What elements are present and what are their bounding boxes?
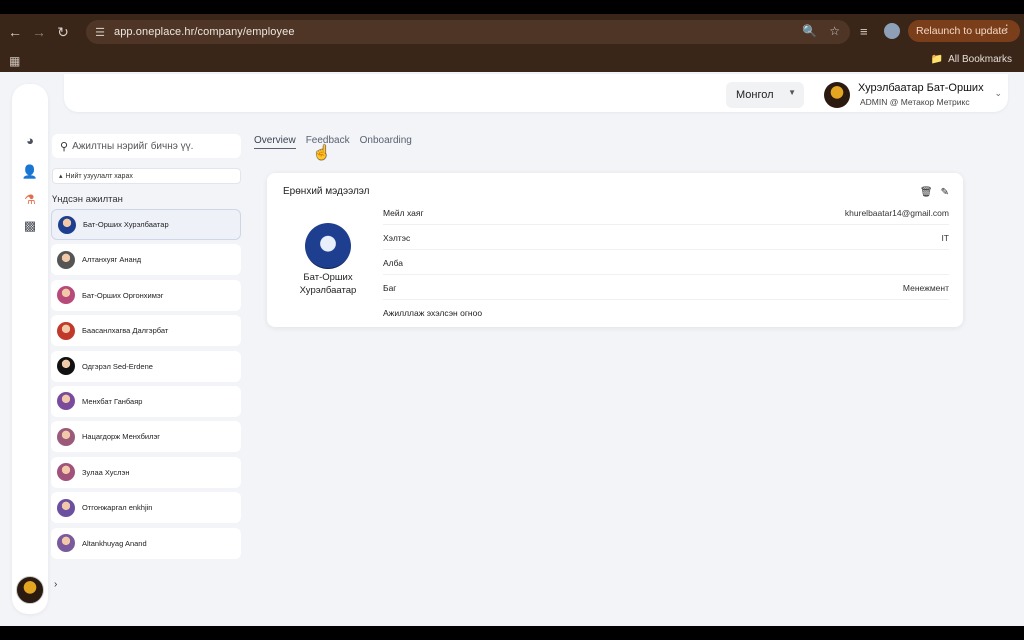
tab-onboarding[interactable]: Onboarding [360,135,412,149]
employee-list-name: Бат-Орших Оргонхимэг [82,290,164,300]
employee-list-name: Бат-Орших Хурэлбаатар [83,220,169,229]
user-name: Хурэлбаатар Бат-Орших [858,82,984,94]
info-row-label: Хэлтэс [383,233,411,243]
trash-icon[interactable]: 🗑 [920,187,933,198]
apps-grid-icon[interactable]: ▦ [9,54,20,68]
all-bookmarks-label: All Bookmarks [948,54,1012,65]
media-controls-icon[interactable]: ≡ [860,24,868,39]
employee-list-item[interactable]: Одгэрэл Sed-Erdene [51,350,241,382]
more-menu-icon[interactable]: ⋮ [1002,23,1013,35]
tab-bar: Overview Feedback Onboarding [254,135,412,149]
hand-cursor-icon: ☝ [313,144,331,160]
employee-list: Бат-Орших Хурэлбаатар Алтанхуяг Ананд Бат-… [51,209,241,563]
employee-avatar-icon [57,392,75,411]
employee-list-name: Отгонжаргал enkhjin [82,503,153,513]
info-row-value: IT [941,233,949,243]
employee-list-item[interactable]: Алтанхуяг Ананд [51,244,241,276]
relaunch-label: Relaunch to update [916,25,1008,37]
employee-list-name: Нацагдорж Менхбилэг [82,432,161,442]
employee-list-item[interactable]: Баасанлхагва Далгэрбат [51,315,241,347]
info-row: Ажилллаж эхэлсэн огноо [383,300,949,325]
info-row-value: Менежмент [902,283,949,293]
employee-avatar-icon [57,534,75,553]
view-all-label: Нийт узуулалт харах [65,172,133,180]
info-row: Мейл хаяг khurelbaatar14@gmail.com [383,200,949,225]
employee-avatar-icon [57,463,75,482]
browser-chrome: ← → ↻ ☰ app.oneplace.hr/company/employee… [0,14,1024,72]
employee-list-name: Зулаа Хуслэн [82,467,130,477]
employee-list-item[interactable]: Менхбат Ганбаяр [51,385,241,417]
structure-icon: ▴ [59,173,63,180]
language-select[interactable]: Монгол ▼ [726,82,804,108]
info-rows: Мейл хаяг khurelbaatar14@gmail.com Хэлтэс I… [383,200,949,325]
general-info-card: Ерөнхий мэдээлэл 🗑 ✎ Бат-Орших Хурэлбаат… [267,173,963,327]
chevron-down-icon: ⌄ [994,88,1002,98]
all-bookmarks-button[interactable]: 📁 All Bookmarks [931,54,1012,65]
profile-icon[interactable] [884,23,900,39]
dashboard-chart-icon[interactable]: ◕ [20,130,40,150]
caret-down-icon: ▼ [788,88,796,97]
zoom-icon[interactable]: 🔍 [802,24,817,38]
top-header: Монгол ▼ Хурэлбаатар Бат-Орших ADMIN @ М… [64,74,1008,112]
employee-list-name: Баасанлхагва Далгэрбат [82,326,169,336]
employee-list-name: Altankhuyag Anand [82,538,147,548]
bar-chart-icon[interactable]: ▩ [20,216,40,236]
employee-avatar-icon [57,357,75,376]
org-structure-icon[interactable]: ⚗ [20,190,40,210]
browser-window: ← → ↻ ☰ app.oneplace.hr/company/employee… [0,14,1024,626]
info-row: Хэлтэс IT [383,225,949,250]
info-row-value: khurelbaatar14@gmail.com [844,208,949,218]
employee-avatar [305,223,351,269]
card-title: Ерөнхий мэдээлэл [283,186,370,197]
employee-avatar-icon [57,427,75,446]
employee-list-name: Менхбат Ганбаяр [82,396,143,406]
info-row: Баг Менежмент [383,275,949,300]
employee-list-item[interactable]: Бат-Орших Хурэлбаатар [51,209,241,240]
forward-icon[interactable]: → [30,23,48,41]
info-row-label: Баг [383,283,397,293]
app-body: ◕ 👤 ⚗ ▩ › Монгол ▼ Хурэлбаатар Бат-Орших… [0,72,1024,626]
employee-list-item[interactable]: Бат-Орших Оргонхимэг [51,279,241,311]
employee-avatar-icon [57,286,75,305]
employee-name: Бат-Орших Хурэлбаатар [299,272,357,296]
info-row: Алба [383,250,949,275]
section-label: Үндсэн ажилтан [52,194,123,205]
employee-avatar-icon [58,215,76,234]
info-row-label: Алба [383,258,404,268]
employee-avatar-icon [57,250,75,269]
reload-icon[interactable]: ↻ [54,23,72,41]
search-placeholder: Ажилтны нэрийг бичнэ үү. [72,140,194,152]
chevron-right-icon[interactable]: › [54,579,57,590]
employee-list-name: Алтанхуяг Ананд [82,255,142,265]
edit-pencil-icon[interactable]: ✎ [941,187,949,198]
employee-list-item[interactable]: Зулаа Хуслэн [51,456,241,488]
language-value: Монгол [736,89,774,101]
employee-list-item[interactable]: Altankhuyag Anand [51,527,241,559]
info-row-label: Мейл хаяг [383,208,424,218]
employee-search[interactable]: ⚲ Ажилтны нэрийг бичнэ үү. [52,134,241,158]
bookmarks-bar: ▦ 📁 All Bookmarks [0,50,1024,72]
user-menu[interactable]: Хурэлбаатар Бат-Орших ADMIN @ Метакор Ме… [824,80,1004,110]
employee-avatar-icon [57,498,75,517]
search-icon: ⚲ [60,140,69,153]
view-all-structure-button[interactable]: ▴ Нийт узуулалт харах [52,168,241,184]
url-text[interactable]: app.oneplace.hr/company/employee [114,26,295,38]
employee-avatar-icon [57,321,75,340]
user-avatar [824,82,850,108]
folder-icon: 📁 [930,54,944,65]
employee-list-item[interactable]: Нацагдорж Менхбилэг [51,421,241,453]
relaunch-button[interactable]: Relaunch to update ⋮ [908,20,1020,42]
tab-overview[interactable]: Overview [254,135,296,149]
rail-avatar[interactable] [16,576,44,604]
employee-list-name: Одгэрэл Sed-Erdene [82,361,153,371]
nav-rail: ◕ 👤 ⚗ ▩ › [12,84,57,614]
add-user-icon[interactable]: 👤 [20,162,40,182]
user-role: ADMIN @ Метакор Метрикс [860,97,970,107]
site-settings-icon[interactable]: ☰ [92,24,108,40]
bookmark-star-icon[interactable]: ☆ [829,24,840,38]
back-icon[interactable]: ← [6,23,24,41]
address-bar[interactable]: ☰ app.oneplace.hr/company/employee 🔍 ☆ [86,20,850,44]
employee-list-item[interactable]: Отгонжаргал enkhjin [51,492,241,524]
info-row-label: Ажилллаж эхэлсэн огноо [383,308,483,318]
